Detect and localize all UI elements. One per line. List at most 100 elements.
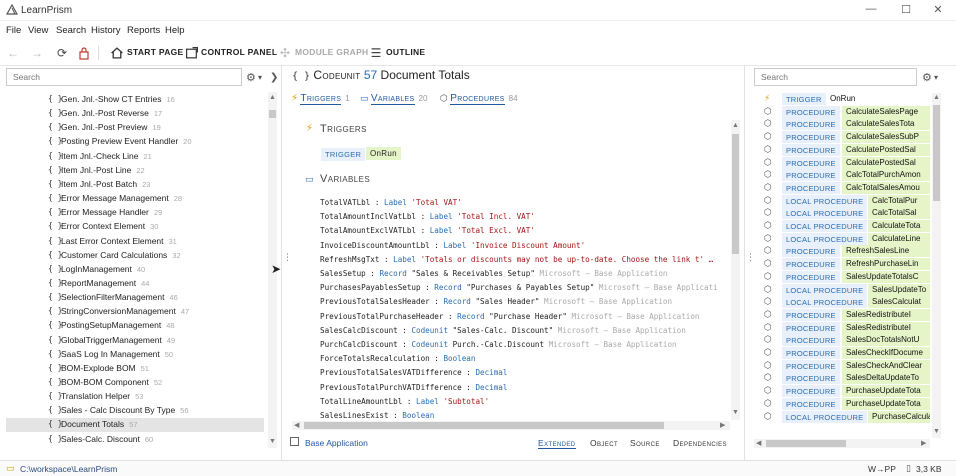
workspace-path[interactable]: C:\workspace\LearnPrism <box>20 464 117 474</box>
members-scroll-thumb[interactable] <box>933 105 940 201</box>
variable-type[interactable]: Record <box>379 269 411 278</box>
member-item[interactable]: ⬡ PROCEDURE CalcTotalPurchAmon <box>764 169 930 182</box>
variable-type[interactable]: Boolean <box>402 411 434 420</box>
member-item[interactable]: ⬡ PROCEDURE CalculateSalesTota <box>764 118 930 131</box>
left-gear-icon[interactable]: ⚙ <box>246 71 256 84</box>
member-item[interactable]: ⬡ PROCEDURE CalcTotalSalesAmou <box>764 181 930 194</box>
variable-type[interactable]: Decimal <box>475 368 507 377</box>
tree-item[interactable]: { } BOM-Explode BOM 51 <box>6 362 264 376</box>
variable-type[interactable]: Codeunit <box>411 326 452 335</box>
member-name[interactable]: CalculateLine <box>868 232 930 245</box>
right-splitter-grip-icon[interactable]: ⋮ <box>746 252 755 263</box>
tree-item[interactable]: { } Document Totals 57 <box>6 418 264 433</box>
start-page-button[interactable]: START PAGE <box>127 47 184 57</box>
member-item[interactable]: ⬡ PROCEDURE CalculateSalesPage <box>764 105 930 118</box>
variable-type[interactable]: Label <box>430 212 457 221</box>
member-name[interactable]: OnRun <box>826 93 930 105</box>
home-icon[interactable] <box>110 46 124 60</box>
maximize-button[interactable]: ☐ <box>899 3 913 16</box>
member-item[interactable]: ⬡ LOCAL PROCEDURE CalculateTota <box>764 220 930 232</box>
back-arrow-icon[interactable]: ← <box>6 46 20 60</box>
member-name[interactable]: CalculateSalesPage <box>842 105 930 118</box>
tab-object[interactable]: Object <box>590 438 618 448</box>
tree-item[interactable]: { } Sales-Calc. Discount 60 <box>6 433 264 447</box>
menu-search[interactable]: Search <box>56 25 86 36</box>
member-item[interactable]: ⬡ PROCEDURE PurchaseUpdateTota <box>764 397 930 410</box>
member-item[interactable]: ⬡ LOCAL PROCEDURE SalesCalculat <box>764 296 930 309</box>
control-panel-icon[interactable] <box>185 46 199 60</box>
control-panel-button[interactable]: CONTROL PANEL <box>201 47 277 57</box>
tree-item[interactable]: { } Last Error Context Element 31 <box>6 235 264 249</box>
member-name[interactable]: RefreshSalesLine <box>842 245 930 258</box>
variable-type[interactable]: Label <box>443 241 470 250</box>
member-name[interactable]: PurchaseCalculateT <box>868 410 930 423</box>
members-hscroll-thumb[interactable] <box>766 440 846 447</box>
content-hscroll-thumb[interactable] <box>304 422 664 429</box>
tab-variables[interactable]: ▭ Variables 20 <box>360 93 427 105</box>
tab-procedures-label[interactable]: Procedures <box>450 93 505 105</box>
collapse-left-panel-icon[interactable]: ❯ <box>270 72 278 83</box>
member-name[interactable]: CalcTotalSalesAmou <box>842 181 930 194</box>
tab-triggers-label[interactable]: Triggers <box>300 93 342 105</box>
tree-item[interactable]: { } Error Message Management 28 <box>6 192 264 206</box>
variable-type[interactable]: Record <box>434 283 466 292</box>
member-name[interactable]: SalesCheckIfDocume <box>842 347 930 359</box>
tab-extended[interactable]: Extended <box>538 438 576 449</box>
hscroll-left-icon[interactable]: ◀ <box>294 421 299 429</box>
tree-item[interactable]: { } Customer Card Calculations 32 <box>6 249 264 263</box>
content-scroll-down-icon[interactable]: ▼ <box>732 409 739 416</box>
member-name[interactable]: CalculateSalesSubP <box>842 131 930 144</box>
trigger-name[interactable]: OnRun <box>366 147 401 160</box>
tree-item[interactable]: { } LogInManagement 40 <box>6 263 264 277</box>
tab-variables-label[interactable]: Variables <box>370 93 415 105</box>
tree-item[interactable]: { } Item Jnl.-Post Batch 23 <box>6 178 264 192</box>
menu-reports[interactable]: Reports <box>127 25 160 36</box>
tree-item[interactable]: { } Sales - Calc Discount By Type 56 <box>6 404 264 418</box>
member-item[interactable]: ⬡ PROCEDURE SalesCheckAndClear <box>764 359 930 372</box>
right-options-chevron-icon[interactable]: ▾ <box>934 73 938 82</box>
base-application-checkbox[interactable] <box>290 437 299 446</box>
tree-item[interactable]: { } Posting Preview Event Handler 20 <box>6 135 264 149</box>
content-scrollbar[interactable]: ▲ ▼ <box>731 120 740 420</box>
member-name[interactable]: SalesRedistributeI <box>842 308 930 321</box>
member-name[interactable]: SalesUpdateTo <box>868 283 930 296</box>
variable-type[interactable]: Boolean <box>443 354 475 363</box>
member-name[interactable]: SalesDeltaUpdateTo <box>842 372 930 385</box>
scroll-up-icon[interactable]: ▲ <box>269 94 276 101</box>
members-hscrollbar[interactable]: ◀ ▶ <box>754 439 930 448</box>
tree-item[interactable]: { } Gen. Jnl.-Post Preview 19 <box>6 121 264 135</box>
tree-item[interactable]: { } BOM-BOM Component 52 <box>6 376 264 390</box>
right-gear-icon[interactable]: ⚙ <box>922 71 932 84</box>
tree-item[interactable]: { } Error Context Element 30 <box>6 220 264 234</box>
forward-arrow-icon[interactable]: → <box>30 46 44 60</box>
member-item[interactable]: ⬡ PROCEDURE CalculatePostedSal <box>764 156 930 169</box>
member-item[interactable]: ⚡ TRIGGER OnRun <box>764 93 930 105</box>
member-item[interactable]: ⬡ PROCEDURE SalesRedistributeI <box>764 308 930 321</box>
module-graph-icon[interactable]: ✣ <box>278 46 292 60</box>
tree-item[interactable]: { } PostingSetupManagement 48 <box>6 319 264 333</box>
left-splitter-grip-icon[interactable]: ⋮ <box>283 252 292 263</box>
member-name[interactable]: SalesCheckAndClear <box>842 359 930 372</box>
menu-file[interactable]: File <box>6 25 21 36</box>
left-search-input[interactable] <box>6 68 242 86</box>
member-item[interactable]: ⬡ LOCAL PROCEDURE CalcTotalPur <box>764 194 930 207</box>
variable-type[interactable]: Label <box>393 255 420 264</box>
tab-source[interactable]: Source <box>630 438 660 448</box>
tree-item[interactable]: { } SelectionFilterManagement 46 <box>6 291 264 305</box>
member-item[interactable]: ⬡ PROCEDURE SalesDocTotalsNotU <box>764 334 930 347</box>
member-item[interactable]: ⬡ LOCAL PROCEDUREPurchaseCalculateT <box>764 410 930 423</box>
member-name[interactable]: PurchaseUpdateTota <box>842 385 930 398</box>
menu-help[interactable]: Help <box>165 25 185 36</box>
variable-type[interactable]: Codeunit <box>411 340 452 349</box>
member-name[interactable]: CalculateTota <box>868 220 930 232</box>
refresh-icon[interactable]: ⟳ <box>55 46 69 60</box>
member-item[interactable]: ⬡ PROCEDURE RefreshPurchaseLin <box>764 258 930 271</box>
tree-item[interactable]: { } Error Message Handler 29 <box>6 206 264 220</box>
variable-type[interactable]: Label <box>430 226 457 235</box>
member-name[interactable]: CalcTotalPur <box>868 194 930 207</box>
member-name[interactable]: CalculatePostedSal <box>842 143 930 156</box>
module-graph-button[interactable]: MODULE GRAPH <box>295 47 369 57</box>
member-item[interactable]: ⬡ PROCEDURE RefreshSalesLine <box>764 245 930 258</box>
variable-type[interactable]: Decimal <box>475 383 507 392</box>
tree-item[interactable]: { } Item Jnl.-Check Line 21 <box>6 150 264 164</box>
